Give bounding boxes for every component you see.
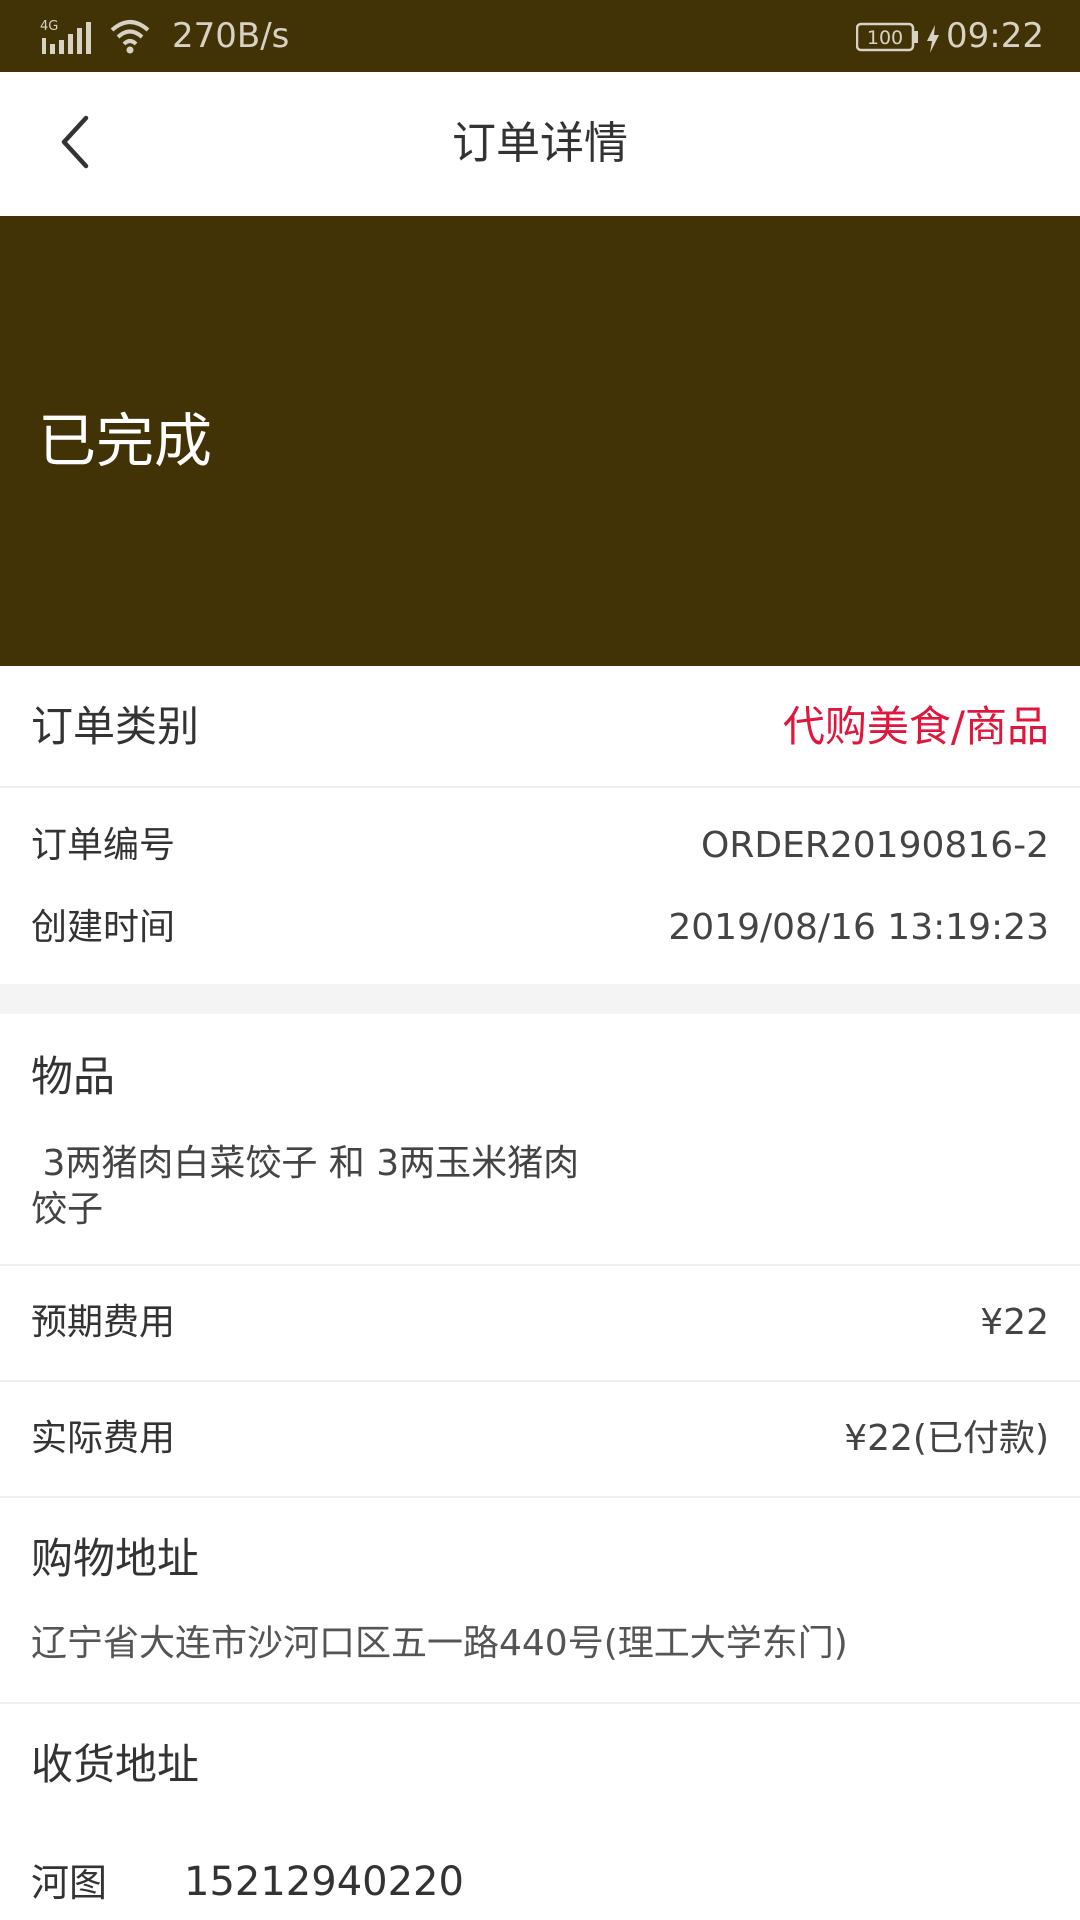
- wifi-icon: [110, 18, 150, 54]
- recipient-phone: 15212940220: [184, 1859, 464, 1905]
- navigation-bar: 订单详情: [0, 72, 1080, 216]
- items-section: 物品 3两猪肉白菜饺子 和 3两玉米猪肉 饺子: [0, 1014, 1080, 1264]
- order-type-label: 订单类别: [31, 702, 200, 751]
- back-button[interactable]: [40, 108, 112, 180]
- battery-icon: 100: [855, 21, 920, 52]
- section-gap: [0, 984, 1080, 1014]
- actual-fee-label: 实际费用: [31, 1418, 176, 1459]
- chevron-left-icon: [56, 112, 96, 176]
- actual-fee-value: ¥22(已付款): [844, 1418, 1049, 1459]
- svg-text:4G: 4G: [40, 19, 58, 34]
- clock: 09:22: [946, 16, 1044, 56]
- order-status-banner: 已完成: [0, 216, 1080, 666]
- status-right: 100 09:22: [855, 0, 1044, 72]
- shopping-address-section: 购物地址 辽宁省大连市沙河口区五一路440号(理工大学东门): [0, 1498, 1080, 1702]
- delivery-address-label: 收货地址: [31, 1740, 200, 1789]
- order-type-value: 代购美食/商品: [782, 702, 1049, 751]
- network-speed: 270B/s: [172, 16, 290, 56]
- created-time-label: 创建时间: [31, 907, 176, 948]
- items-line-2: 饺子: [31, 1189, 104, 1230]
- status-bar: 4G 270B/s 100 09:22: [0, 0, 1080, 72]
- status-left: 4G 270B/s: [40, 0, 289, 72]
- items-label: 物品: [31, 1052, 116, 1101]
- shopping-address-label: 购物地址: [31, 1534, 200, 1583]
- order-type-row: 订单类别 代购美食/商品: [0, 666, 1080, 786]
- order-number-label: 订单编号: [31, 825, 176, 866]
- order-number-value: ORDER20190816-2: [701, 825, 1049, 866]
- created-time-value: 2019/08/16 13:19:23: [668, 907, 1049, 948]
- actual-fee-row: 实际费用 ¥22(已付款): [0, 1382, 1080, 1496]
- expected-fee-value: ¥22: [980, 1302, 1049, 1343]
- expected-fee-row: 预期费用 ¥22: [0, 1266, 1080, 1380]
- shopping-address-value: 辽宁省大连市沙河口区五一路440号(理工大学东门): [31, 1623, 848, 1664]
- order-status: 已完成: [38, 407, 213, 475]
- recipient-name: 河图: [31, 1861, 108, 1905]
- delivery-address-section: 收货地址 河图 15212940220: [0, 1704, 1080, 1920]
- charging-bolt-icon: [926, 22, 940, 53]
- page-title: 订单详情: [452, 118, 628, 169]
- battery-level: 100: [867, 27, 903, 49]
- items-line-1: 3两猪肉白菜饺子 和 3两玉米猪肉: [31, 1143, 580, 1184]
- expected-fee-label: 预期费用: [31, 1302, 176, 1343]
- cellular-signal-icon: 4G: [40, 16, 96, 56]
- order-meta-row: 订单编号 ORDER20190816-2 创建时间 2019/08/16 13:…: [0, 788, 1080, 984]
